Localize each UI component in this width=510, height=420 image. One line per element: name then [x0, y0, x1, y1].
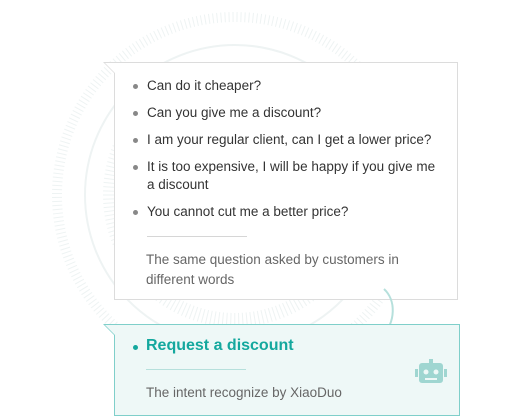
list-item: Can do it cheaper?: [133, 77, 447, 95]
divider: [147, 236, 247, 237]
divider: [146, 369, 246, 370]
question-text: Can you give me a discount?: [147, 105, 322, 120]
question-text: You cannot cut me a better price?: [147, 204, 349, 219]
intent-card-tab-inner: [105, 325, 115, 335]
question-text: It is too expensive, I will be happy if …: [147, 159, 436, 192]
bullet-dot-icon: [133, 345, 138, 350]
bullet-dot-icon: [133, 165, 138, 170]
questions-caption: The same question asked by customers in …: [146, 252, 399, 287]
questions-card-tab-inner: [105, 63, 115, 73]
illustration-stage: Can do it cheaper? Can you give me a dis…: [0, 0, 510, 420]
list-item: Can you give me a discount?: [133, 104, 447, 122]
robot-icon: [415, 359, 447, 383]
questions-card: Can do it cheaper? Can you give me a dis…: [114, 62, 458, 300]
bullet-dot-icon: [133, 84, 138, 89]
question-text: Can do it cheaper?: [147, 78, 262, 93]
intent-caption: The intent recognize by XiaoDuo: [146, 385, 342, 400]
list-item: I am your regular client, can I get a lo…: [133, 131, 447, 149]
bullet-dot-icon: [133, 210, 138, 215]
bullet-dot-icon: [133, 111, 138, 116]
list-item: You cannot cut me a better price?: [133, 203, 447, 221]
list-item: It is too expensive, I will be happy if …: [133, 158, 437, 194]
intent-label: Request a discount: [146, 337, 294, 354]
bullet-dot-icon: [133, 138, 138, 143]
question-text: I am your regular client, can I get a lo…: [147, 132, 432, 147]
intent-card: Request a discount The intent recognize …: [114, 324, 460, 416]
